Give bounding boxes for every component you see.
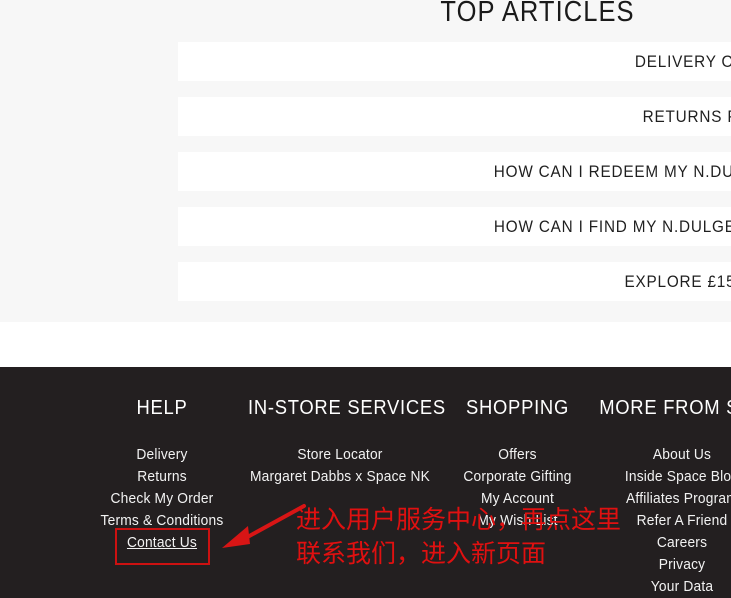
footer-link-corporate-gifting[interactable]: Corporate Gifting xyxy=(444,466,591,488)
page-title: TOP ARTICLES xyxy=(440,0,635,29)
footer-link-your-data[interactable]: Your Data xyxy=(597,576,731,598)
footer-link-check-my-order[interactable]: Check My Order xyxy=(86,488,238,510)
article-row-label: DELIVERY OPTIONS xyxy=(634,52,731,71)
footer-column-heading: MORE FROM SPACE NK xyxy=(599,397,731,419)
footer-link-careers[interactable]: Careers xyxy=(597,532,731,554)
footer-link-affiliates-program[interactable]: Affiliates Program xyxy=(597,488,731,510)
top-articles-section: TOP ARTICLES DELIVERY OPTIONS RETURNS PO… xyxy=(0,0,731,322)
footer-column-help: HELP Delivery Returns Check My Order Ter… xyxy=(82,397,242,554)
footer-link-my-account[interactable]: My Account xyxy=(444,488,591,510)
footer-link-delivery[interactable]: Delivery xyxy=(86,444,238,466)
footer-link-refer-a-friend[interactable]: Refer A Friend xyxy=(597,510,731,532)
article-row[interactable]: HOW CAN I FIND MY N.DULGE MEMBERSHIP NUM… xyxy=(178,207,731,246)
footer-link-privacy[interactable]: Privacy xyxy=(597,554,731,576)
footer-link-my-wish-list[interactable]: My Wish List xyxy=(444,510,591,532)
footer-link-inside-space-blog[interactable]: Inside Space Blog xyxy=(597,466,731,488)
footer-column-heading: IN-STORE SERVICES xyxy=(248,397,446,419)
footer-link-about-us[interactable]: About Us xyxy=(597,444,731,466)
article-row-label: HOW CAN I FIND MY N.DULGE MEMBERSHIP NUM… xyxy=(493,217,731,236)
footer-column-shopping: SHOPPING Offers Corporate Gifting My Acc… xyxy=(440,397,595,532)
article-row[interactable]: DELIVERY OPTIONS xyxy=(178,42,731,81)
footer-link-terms-and-conditions[interactable]: Terms & Conditions xyxy=(86,510,238,532)
article-row[interactable]: HOW CAN I REDEEM MY N.DULGE N.CENTIVE ON… xyxy=(178,152,731,191)
site-footer: HELP Delivery Returns Check My Order Ter… xyxy=(0,367,731,598)
article-row[interactable]: RETURNS POLICY xyxy=(178,97,731,136)
footer-column-heading: HELP xyxy=(136,397,188,419)
footer-link-offers[interactable]: Offers xyxy=(444,444,591,466)
footer-column-in-store-services: IN-STORE SERVICES Store Locator Margaret… xyxy=(240,397,446,488)
top-articles-list: DELIVERY OPTIONS RETURNS POLICY HOW CAN … xyxy=(178,42,731,317)
footer-link-contact-us[interactable]: Contact Us xyxy=(86,532,238,554)
section-separator xyxy=(0,322,731,367)
footer-link-store-locator[interactable]: Store Locator xyxy=(245,444,435,466)
article-row-label: HOW CAN I REDEEM MY N.DULGE N.CENTIVE ON… xyxy=(493,162,731,181)
footer-column-more-from-space-nk: MORE FROM SPACE NK About Us Inside Space… xyxy=(592,397,731,598)
article-row-label: EXPLORE £15 OFF £60 xyxy=(624,272,731,291)
article-row-label: RETURNS POLICY xyxy=(642,107,731,126)
footer-column-heading: SHOPPING xyxy=(465,397,570,419)
article-row[interactable]: EXPLORE £15 OFF £60 xyxy=(178,262,731,301)
footer-link-margaret-dabbs[interactable]: Margaret Dabbs x Space NK xyxy=(245,466,435,488)
footer-link-returns[interactable]: Returns xyxy=(86,466,238,488)
